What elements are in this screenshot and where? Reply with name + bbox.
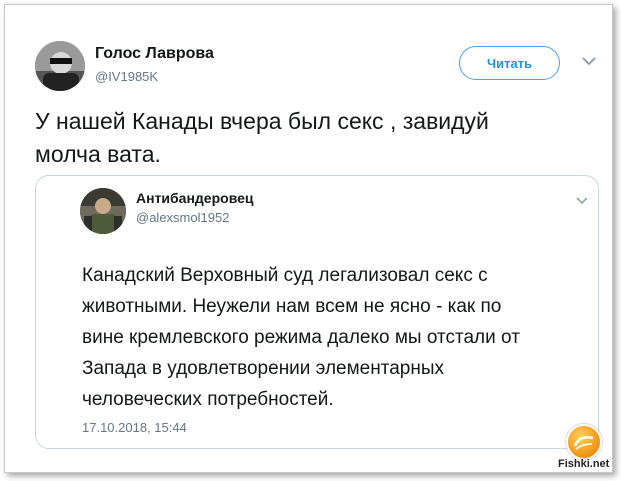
tweet-text-line: У нашей Канады вчера был секс , завидуй bbox=[35, 108, 489, 134]
quoted-text-line: вине кремлевского режима далеко мы отста… bbox=[82, 327, 520, 348]
author-avatar[interactable] bbox=[35, 41, 85, 91]
tweet-text: У нашей Канады вчера был секс , завидуй … bbox=[35, 105, 605, 171]
author-handle[interactable]: @IV1985K bbox=[95, 69, 158, 84]
follow-button[interactable]: Читать bbox=[459, 46, 560, 80]
quoted-text-line: животными. Неужели нам всем не ясно - ка… bbox=[82, 296, 502, 317]
quoted-tweet[interactable]: Антибандеровец @alexsmol1952 Канадский В… bbox=[35, 175, 599, 449]
quoted-author-avatar[interactable] bbox=[80, 188, 126, 234]
quoted-author-handle[interactable]: @alexsmol1952 bbox=[136, 210, 229, 225]
quoted-avatar-image bbox=[80, 188, 126, 234]
quoted-timestamp[interactable]: 17.10.2018, 15:44 bbox=[82, 420, 187, 435]
watermark-site: Fishki.net bbox=[558, 458, 610, 470]
chevron-down-icon[interactable] bbox=[576, 196, 588, 205]
author-avatar-image bbox=[35, 41, 85, 91]
author-name[interactable]: Голос Лаврова bbox=[95, 45, 214, 63]
chevron-down-icon[interactable] bbox=[581, 55, 597, 67]
quoted-text-line: Запада в удовлетворении элементарных bbox=[82, 358, 445, 379]
tweet-text-line: молча вата. bbox=[35, 141, 161, 167]
quoted-text-line: человеческих потребностей. bbox=[82, 389, 334, 410]
screenshot-frame: Голос Лаврова @IV1985K Читать У нашей Ка… bbox=[4, 4, 613, 473]
quoted-tweet-text: Канадский Верховный суд легализовал секс… bbox=[82, 260, 582, 415]
quoted-author-name[interactable]: Антибандеровец bbox=[136, 190, 254, 206]
watermark-logo-mark bbox=[573, 436, 594, 450]
watermark-logo bbox=[566, 424, 602, 460]
quoted-text-line: Канадский Верховный суд легализовал секс… bbox=[82, 265, 488, 286]
